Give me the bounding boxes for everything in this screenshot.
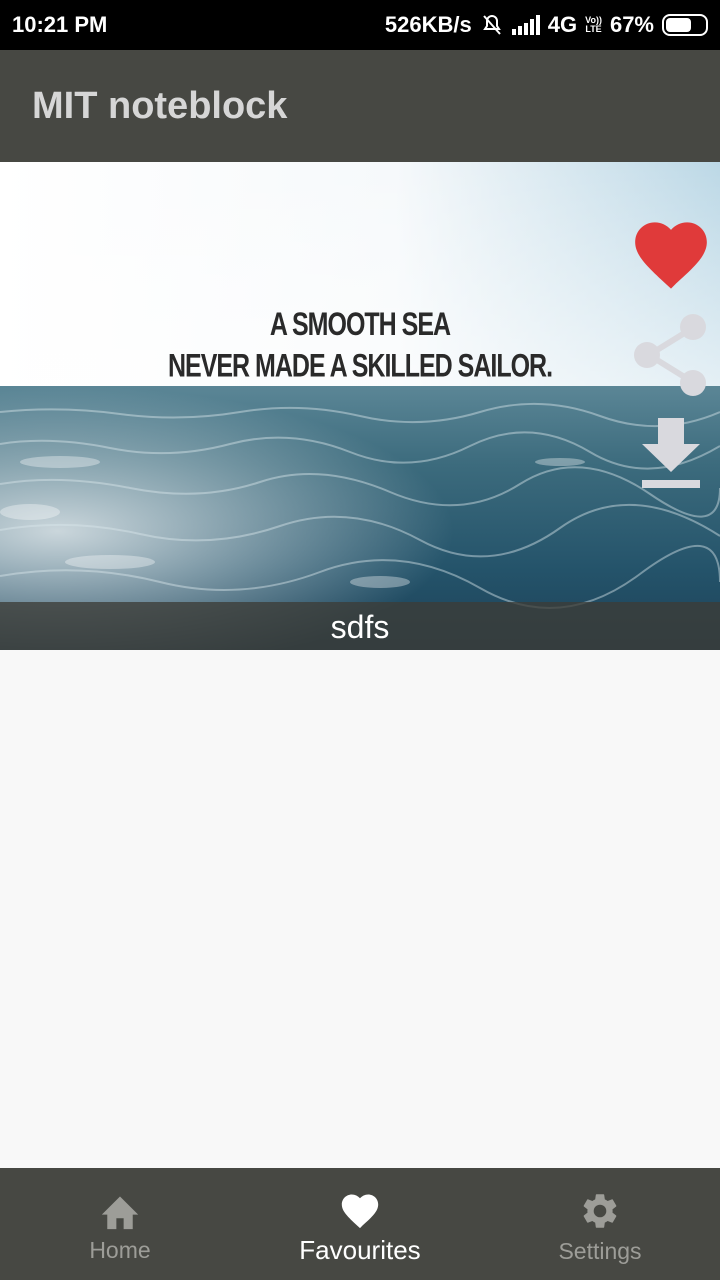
app-bar: MIT noteblock [0, 50, 720, 162]
heart-icon [341, 1193, 379, 1228]
sea-image [0, 162, 720, 650]
gear-icon [583, 1193, 617, 1228]
signal-icon [511, 15, 540, 35]
favorite-button[interactable] [628, 210, 714, 297]
quote-line-2: NEVER MADE A SKILLED SAILOR. [167, 347, 553, 385]
nav-favourites-label: Favourites [299, 1234, 421, 1265]
network-speed: 526KB/s [384, 12, 472, 37]
nav-favourites[interactable]: Favourites [240, 1168, 480, 1280]
bottom-navigation: Home Favourites Settings [0, 1168, 720, 1280]
battery-fill [666, 18, 692, 32]
download-button[interactable] [636, 414, 706, 499]
battery-icon [662, 14, 708, 36]
caption-text: sdfs [330, 609, 390, 645]
status-icons: 526KB/s 4G Vo)) LTE 67% [385, 12, 708, 38]
nav-settings[interactable]: Settings [480, 1168, 720, 1280]
quote-text: A SMOOTH SEA NEVER MADE A SKILLED SAILOR… [0, 302, 720, 385]
share-button[interactable] [631, 311, 711, 404]
mute-bell-icon [480, 13, 504, 37]
share-icon [634, 314, 706, 396]
quote-card[interactable]: A SMOOTH SEA NEVER MADE A SKILLED SAILOR… [0, 162, 720, 650]
app-title: MIT noteblock [32, 84, 288, 127]
quote-line-1: A SMOOTH SEA [269, 306, 451, 343]
card-actions [628, 210, 714, 499]
network-type: 4G [547, 12, 578, 37]
nav-home-label: Home [89, 1236, 151, 1263]
download-icon [642, 418, 700, 488]
status-bar: 10:21 PM 526KB/s 4G Vo)) LTE 67% [0, 0, 720, 50]
status-time: 10:21 PM [12, 12, 108, 37]
card-caption: sdfs [0, 602, 720, 650]
nav-home[interactable]: Home [0, 1168, 240, 1280]
home-icon [101, 1195, 139, 1229]
heart-icon [635, 222, 707, 289]
battery-percent: 67% [609, 12, 654, 37]
volte-icon: Vo)) LTE [585, 15, 602, 34]
nav-settings-label: Settings [558, 1237, 642, 1264]
